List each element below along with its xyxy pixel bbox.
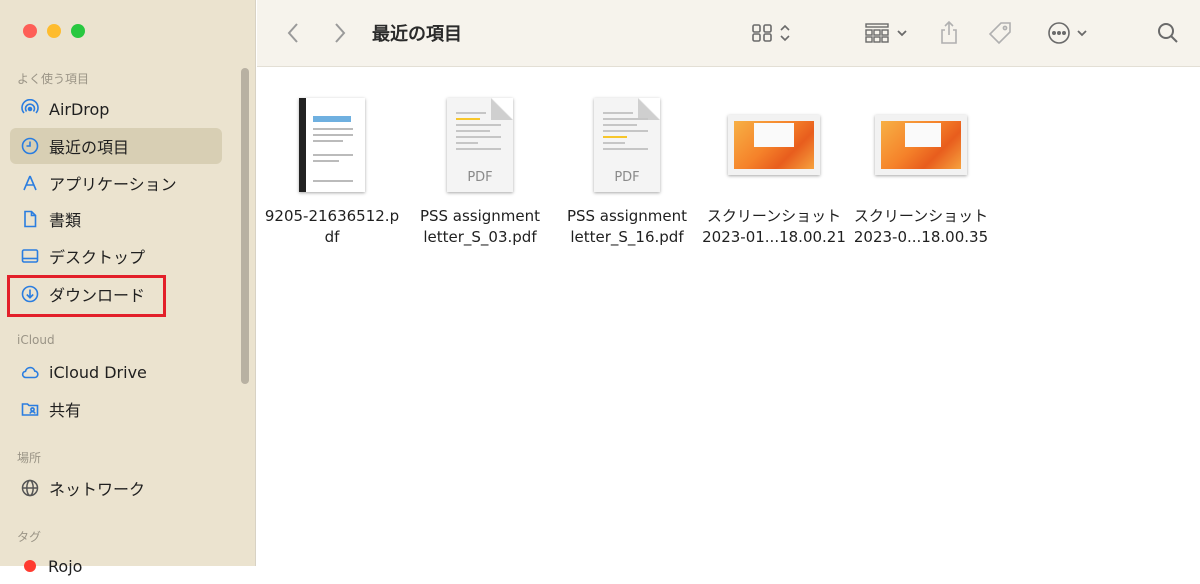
sidebar-item-label: 書類 (49, 211, 82, 230)
globe-icon (19, 477, 41, 499)
sidebar-item-label: デスクトップ (49, 248, 146, 267)
tag-icon (987, 20, 1013, 46)
search-icon (1156, 21, 1180, 45)
ellipsis-circle-icon (1047, 21, 1071, 45)
sidebar-item-desktop[interactable]: デスクトップ (10, 238, 222, 274)
file-item[interactable]: PDF PSS assignment letter_S_03.pdf (406, 95, 554, 248)
file-name: スクリーンショット 2023-0...18.00.35 (853, 207, 989, 246)
icloud-header: iCloud (17, 333, 55, 347)
file-thumbnail: PDF (553, 95, 701, 195)
favorites-header: よく使う項目 (17, 72, 90, 86)
file-thumbnail (700, 95, 848, 195)
pdf-document-icon: PDF (594, 98, 660, 192)
back-button[interactable] (280, 0, 306, 66)
close-window-button[interactable] (23, 24, 37, 38)
window-controls (23, 24, 85, 38)
share-button[interactable] (935, 0, 963, 66)
pdf-badge: PDF (467, 170, 493, 185)
forward-button[interactable] (327, 0, 353, 66)
chevron-updown-icon (779, 23, 791, 43)
sidebar-item-tag-red[interactable]: Rojo (10, 548, 222, 584)
zoom-window-button[interactable] (71, 24, 85, 38)
document-icon (19, 208, 41, 230)
tags-header: タグ (17, 530, 42, 544)
file-name: PSS assignment letter_S_16.pdf (566, 207, 688, 246)
chevron-left-icon (286, 22, 300, 44)
clock-icon (19, 135, 41, 157)
file-name: 9205-21636512.p df (264, 207, 400, 246)
sidebar-item-network[interactable]: ネットワーク (10, 470, 222, 506)
chevron-down-icon (1076, 29, 1088, 37)
tag-button[interactable] (985, 0, 1015, 66)
sidebar-item-documents[interactable]: 書類 (10, 201, 222, 237)
locations-header: 場所 (17, 451, 42, 465)
highlight-box (7, 275, 166, 317)
sidebar-item-airdrop[interactable]: AirDrop (10, 91, 222, 127)
sidebar-item-shared[interactable]: 共有 (10, 391, 222, 427)
file-item[interactable]: PDF PSS assignment letter_S_16.pdf (553, 95, 701, 248)
search-button[interactable] (1154, 0, 1182, 66)
sidebar-item-label: 共有 (49, 401, 82, 420)
group-icon (864, 22, 890, 44)
file-name: PSS assignment letter_S_03.pdf (419, 207, 541, 246)
group-by-button[interactable] (860, 0, 912, 66)
sidebar-item-label: ネットワーク (49, 480, 146, 499)
screenshot-thumbnail (728, 115, 820, 175)
file-thumbnail (258, 95, 406, 195)
airdrop-icon (19, 98, 41, 120)
sidebar: よく使う項目 AirDrop 最近の項目 アプリケーション 書類 デスクトップ (0, 0, 256, 576)
file-item[interactable]: 9205-21636512.p df (258, 95, 406, 248)
sidebar-item-icloud-drive[interactable]: iCloud Drive (10, 354, 222, 390)
file-item[interactable]: スクリーンショット 2023-0...18.00.35 (847, 95, 995, 248)
minimize-window-button[interactable] (47, 24, 61, 38)
tag-color-dot (24, 560, 36, 572)
action-menu-button[interactable] (1042, 0, 1092, 66)
sidebar-item-label: Rojo (48, 556, 83, 576)
cloud-icon (19, 361, 41, 383)
sidebar-item-label: iCloud Drive (49, 362, 147, 382)
file-thumbnail: PDF (406, 95, 554, 195)
sidebar-item-applications[interactable]: アプリケーション (10, 165, 222, 201)
share-icon (938, 20, 960, 46)
shared-folder-icon (19, 398, 41, 420)
sidebar-item-label: AirDrop (49, 99, 110, 119)
chevron-down-icon (896, 29, 908, 37)
desktop-icon (19, 245, 41, 267)
window-title: 最近の項目 (372, 24, 462, 45)
sidebar-item-recents[interactable]: 最近の項目 (10, 128, 222, 164)
screenshot-thumbnail (875, 115, 967, 175)
file-name: スクリーンショット 2023-01...18.00.21 (702, 207, 846, 246)
pdf-document-icon: PDF (447, 98, 513, 192)
chevron-right-icon (333, 22, 347, 44)
applications-icon (19, 172, 41, 194)
view-mode-button[interactable] (745, 0, 797, 66)
file-item[interactable]: スクリーンショット 2023-01...18.00.21 (700, 95, 848, 248)
sidebar-item-label: 最近の項目 (49, 138, 130, 157)
pdf-scan-thumbnail (299, 98, 365, 192)
file-thumbnail (847, 95, 995, 195)
pdf-badge: PDF (614, 170, 640, 185)
grid-view-icon (751, 23, 773, 43)
sidebar-scrollbar[interactable] (241, 68, 249, 384)
sidebar-item-label: アプリケーション (49, 175, 177, 194)
